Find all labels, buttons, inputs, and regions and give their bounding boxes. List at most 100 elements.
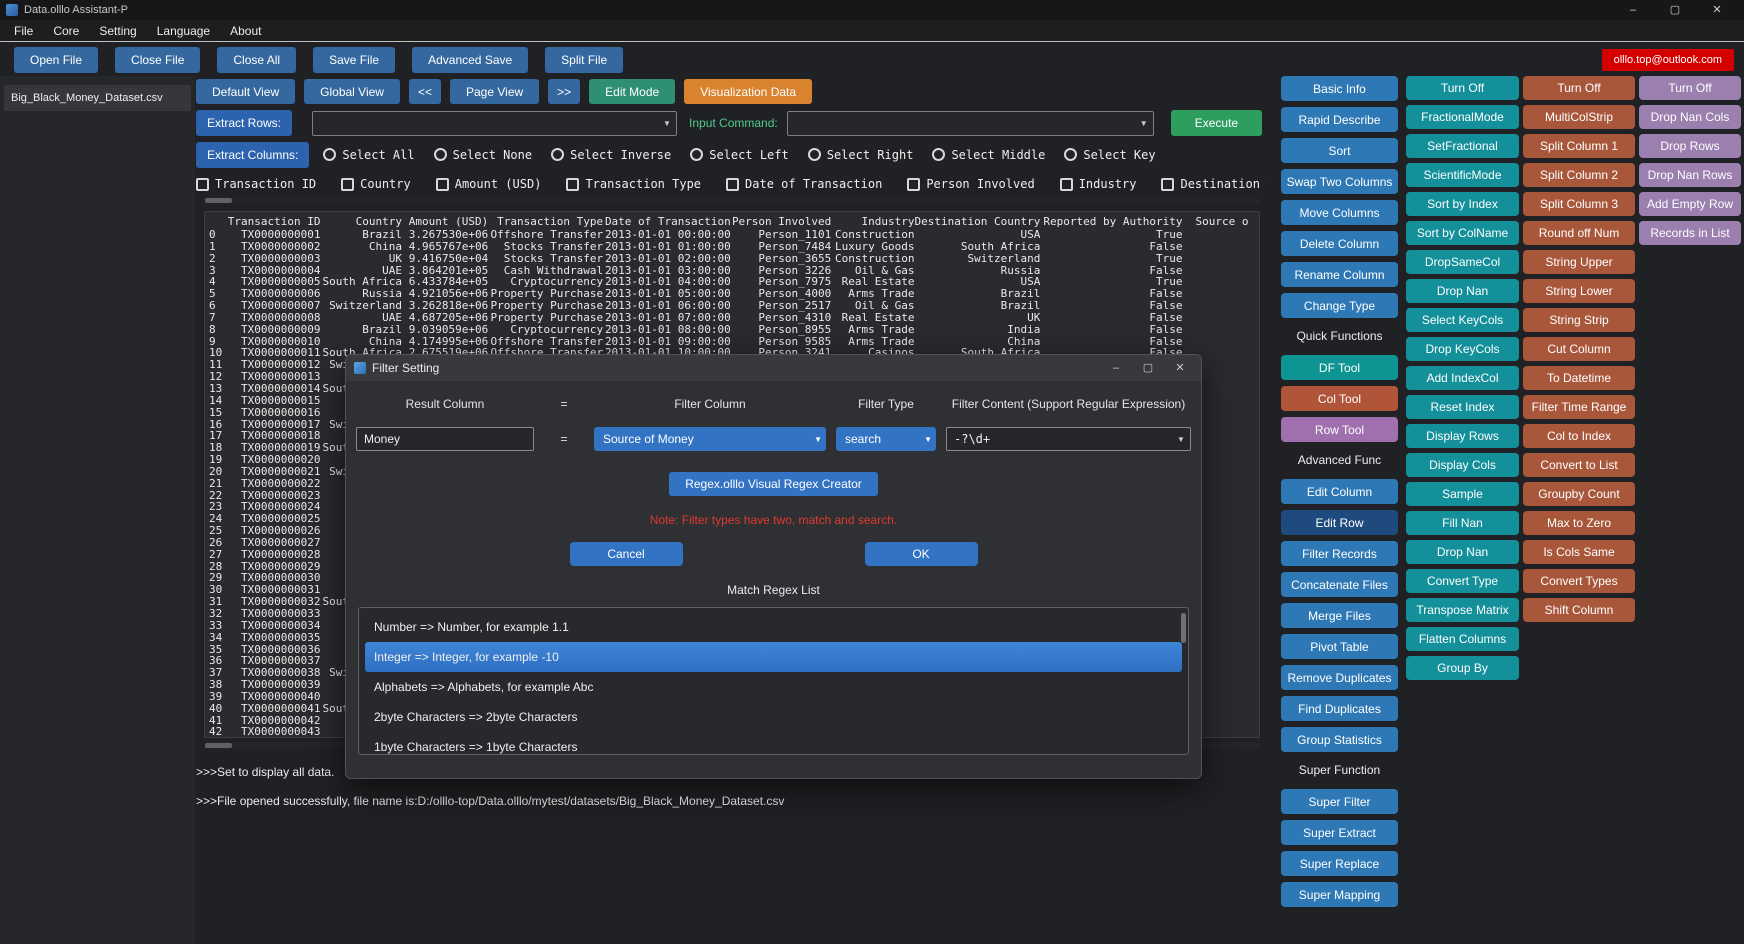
close-icon[interactable]: ✕	[1696, 0, 1738, 20]
panel-button-row-tool[interactable]: Row Tool	[1281, 417, 1398, 442]
panel-button-display-cols[interactable]: Display Cols	[1406, 453, 1519, 477]
table-row[interactable]: 7TX0000000008UAE4.687205e+06Property Pur…	[209, 312, 1259, 324]
panel-button-concatenate-files[interactable]: Concatenate Files	[1281, 572, 1398, 597]
panel-button-flatten-columns[interactable]: Flatten Columns	[1406, 627, 1519, 651]
panel-button-shift-column[interactable]: Shift Column	[1523, 598, 1635, 622]
panel-button-reset-index[interactable]: Reset Index	[1406, 395, 1519, 419]
panel-button-filter-time-range[interactable]: Filter Time Range	[1523, 395, 1635, 419]
toolbar-button-split-file[interactable]: Split File	[545, 47, 623, 73]
menu-item-about[interactable]: About	[220, 24, 271, 38]
toolbar-button-save-file[interactable]: Save File	[313, 47, 395, 73]
column-checkbox-date-of-transaction[interactable]: Date of Transaction	[726, 177, 882, 191]
panel-button-col-tool[interactable]: Col Tool	[1281, 386, 1398, 411]
panel-button-sample[interactable]: Sample	[1406, 482, 1519, 506]
panel-button-select-keycols[interactable]: Select KeyCols	[1406, 308, 1519, 332]
table-row[interactable]: 8TX0000000009Brazil9.039059e+06Cryptocur…	[209, 324, 1259, 336]
toolbar-button-advanced-save[interactable]: Advanced Save	[412, 47, 528, 73]
table-row[interactable]: 3TX0000000004UAE3.864201e+05Cash Withdra…	[209, 265, 1259, 277]
view-tab-edit-mode[interactable]: Edit Mode	[589, 79, 675, 104]
table-row[interactable]: 9TX0000000010China4.174995e+06Offshore T…	[209, 336, 1259, 348]
panel-button-cut-column[interactable]: Cut Column	[1523, 337, 1635, 361]
panel-button-find-duplicates[interactable]: Find Duplicates	[1281, 696, 1398, 721]
panel-button-setfractional[interactable]: SetFractional	[1406, 134, 1519, 158]
panel-button-basic-info[interactable]: Basic Info	[1281, 76, 1398, 101]
minimize-icon[interactable]: –	[1612, 0, 1654, 20]
table-row[interactable]: 0TX0000000001Brazil3.267530e+06Offshore …	[209, 229, 1259, 241]
panel-button-convert-type[interactable]: Convert Type	[1406, 569, 1519, 593]
page-next-button[interactable]: >>	[548, 79, 580, 104]
contact-email-badge[interactable]: olllo.top@outlook.com	[1602, 49, 1734, 71]
cancel-button[interactable]: Cancel	[570, 542, 683, 566]
panel-button-super-replace[interactable]: Super Replace	[1281, 851, 1398, 876]
dialog-minimize-icon[interactable]: –	[1103, 356, 1129, 380]
radio-option-select-right[interactable]: Select Right	[808, 148, 914, 162]
file-list-item[interactable]: Big_Black_Money_Dataset.csv	[4, 85, 191, 111]
panel-button-fill-nan[interactable]: Fill Nan	[1406, 511, 1519, 535]
table-row[interactable]: 4TX0000000005South Africa6.433784e+05Cry…	[209, 276, 1259, 288]
panel-button-turn-off[interactable]: Turn Off	[1523, 76, 1635, 100]
panel-button-is-cols-same[interactable]: Is Cols Same	[1523, 540, 1635, 564]
panel-button-groupby-count[interactable]: Groupby Count	[1523, 482, 1635, 506]
panel-button-records-in-list[interactable]: Records in List	[1639, 221, 1741, 245]
column-checkbox-amount-usd[interactable]: Amount (USD)	[436, 177, 542, 191]
panel-button-super-mapping[interactable]: Super Mapping	[1281, 882, 1398, 907]
extract-rows-combo[interactable]: ▼	[312, 111, 677, 136]
panel-button-filter-records[interactable]: Filter Records	[1281, 541, 1398, 566]
input-command-combo[interactable]: ▼	[787, 111, 1154, 136]
page-prev-button[interactable]: <<	[409, 79, 441, 104]
filter-content-combo[interactable]: ▼	[946, 427, 1191, 451]
toolbar-button-close-all[interactable]: Close All	[217, 47, 296, 73]
regex-list-item[interactable]: Number => Number, for example 1.1	[365, 612, 1182, 642]
view-tab-default-view[interactable]: Default View	[196, 79, 295, 104]
filter-column-dropdown[interactable]: Source of Money ▼	[594, 427, 826, 451]
column-checkbox-industry[interactable]: Industry	[1060, 177, 1137, 191]
table-row[interactable]: 1TX0000000002China4.965767e+06Stocks Tra…	[209, 241, 1259, 253]
filter-type-dropdown[interactable]: search ▼	[836, 427, 936, 451]
radio-option-select-all[interactable]: Select All	[323, 148, 414, 162]
panel-button-sort[interactable]: Sort	[1281, 138, 1398, 163]
table-row[interactable]: 5TX0000000006Russia4.921056e+06Property …	[209, 288, 1259, 300]
regex-list-item[interactable]: 1byte Characters => 1byte Characters	[365, 732, 1182, 755]
panel-button-add-indexcol[interactable]: Add IndexCol	[1406, 366, 1519, 390]
panel-button-change-type[interactable]: Change Type	[1281, 293, 1398, 318]
list-scrollbar-thumb[interactable]	[1181, 613, 1186, 643]
menu-item-language[interactable]: Language	[147, 24, 220, 38]
column-checkbox-country[interactable]: Country	[341, 177, 411, 191]
panel-button-drop-rows[interactable]: Drop Rows	[1639, 134, 1741, 158]
menu-item-setting[interactable]: Setting	[89, 24, 146, 38]
panel-button-rapid-describe[interactable]: Rapid Describe	[1281, 107, 1398, 132]
radio-option-select-left[interactable]: Select Left	[690, 148, 788, 162]
panel-button-string-lower[interactable]: String Lower	[1523, 279, 1635, 303]
panel-button-sort-by-colname[interactable]: Sort by ColName	[1406, 221, 1519, 245]
panel-button-string-upper[interactable]: String Upper	[1523, 250, 1635, 274]
dialog-maximize-icon[interactable]: ▢	[1135, 356, 1161, 380]
hscrollbar-top[interactable]	[204, 197, 1260, 204]
dialog-close-icon[interactable]: ✕	[1167, 356, 1193, 380]
panel-button-super-extract[interactable]: Super Extract	[1281, 820, 1398, 845]
radio-option-select-middle[interactable]: Select Middle	[932, 148, 1045, 162]
ok-button[interactable]: OK	[865, 542, 978, 566]
panel-button-turn-off[interactable]: Turn Off	[1639, 76, 1741, 100]
menu-item-core[interactable]: Core	[43, 24, 89, 38]
panel-button-split-column-1[interactable]: Split Column 1	[1523, 134, 1635, 158]
panel-button-to-datetime[interactable]: To Datetime	[1523, 366, 1635, 390]
extract-columns-button[interactable]: Extract Columns:	[196, 142, 309, 168]
panel-button-add-empty-row[interactable]: Add Empty Row	[1639, 192, 1741, 216]
toolbar-button-close-file[interactable]: Close File	[115, 47, 200, 73]
hscrollbar-thumb[interactable]	[205, 743, 232, 748]
result-column-input[interactable]	[356, 427, 534, 451]
panel-button-display-rows[interactable]: Display Rows	[1406, 424, 1519, 448]
execute-button[interactable]: Execute	[1171, 110, 1262, 136]
panel-button-super-filter[interactable]: Super Filter	[1281, 789, 1398, 814]
panel-button-group-by[interactable]: Group By	[1406, 656, 1519, 680]
hscrollbar-thumb[interactable]	[205, 198, 232, 203]
panel-button-drop-nan-rows[interactable]: Drop Nan Rows	[1639, 163, 1741, 187]
table-row[interactable]: 6TX0000000007Switzerland3.262818e+06Prop…	[209, 300, 1259, 312]
column-checkbox-person-involved[interactable]: Person Involved	[907, 177, 1034, 191]
view-tab-page-view[interactable]: Page View	[450, 79, 539, 104]
panel-button-col-to-index[interactable]: Col to Index	[1523, 424, 1635, 448]
regex-creator-button[interactable]: Regex.olllo Visual Regex Creator	[669, 472, 878, 496]
panel-button-merge-files[interactable]: Merge Files	[1281, 603, 1398, 628]
panel-button-scientificmode[interactable]: ScientificMode	[1406, 163, 1519, 187]
panel-button-sort-by-index[interactable]: Sort by Index	[1406, 192, 1519, 216]
